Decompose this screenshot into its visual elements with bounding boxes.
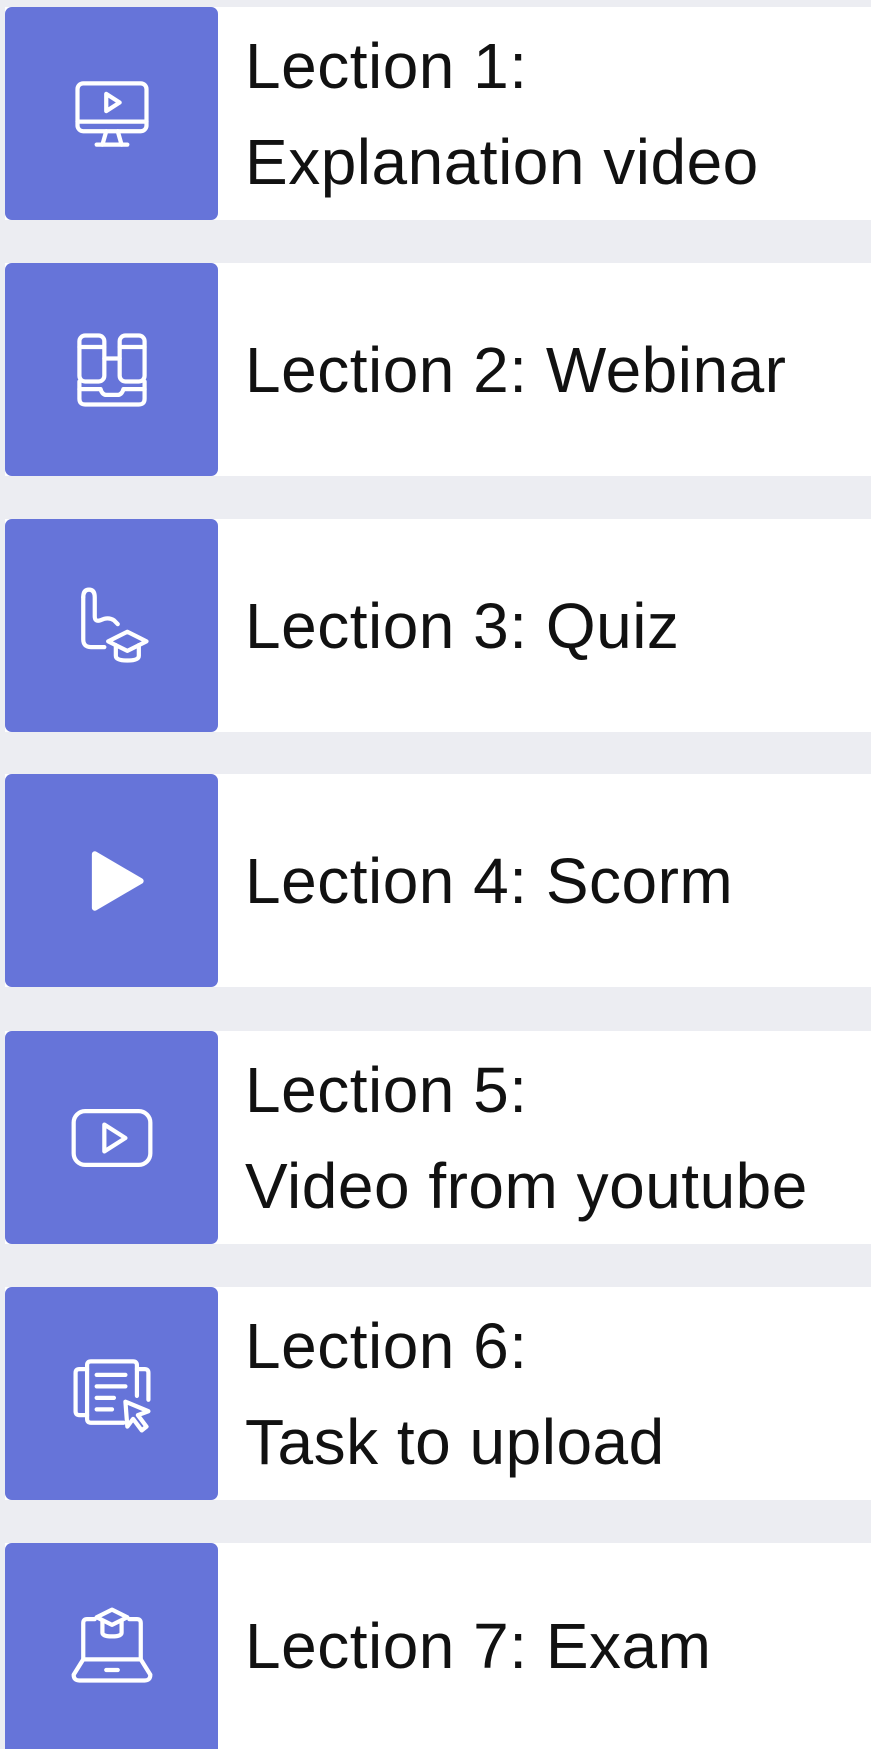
lesson-item-2[interactable]: Lection 2: Webinar (5, 263, 871, 476)
lesson-list: Lection 1: Explanation video Lection 2: … (0, 0, 871, 1749)
lesson-label-line: Lection 5: (245, 1053, 528, 1126)
lesson-item-1[interactable]: Lection 1: Explanation video (5, 7, 871, 220)
lesson-label: Lection 5: Video from youtube (245, 1042, 808, 1234)
quiz-icon (80, 586, 149, 663)
lesson-label-line: Task to upload (245, 1405, 665, 1478)
exam-laptop-icon (71, 1607, 152, 1683)
lesson-label-line: Lection 1: (245, 29, 528, 102)
lesson-item-5[interactable]: Lection 5: Video from youtube (5, 1031, 871, 1244)
lesson-label-line: Lection 4: Scorm (245, 844, 734, 917)
lesson-label-line: Lection 6: (245, 1309, 528, 1382)
lesson-label: Lection 1: Explanation video (245, 18, 759, 210)
lesson-label: Lection 7: Exam (245, 1598, 711, 1694)
lesson-icon-tile (5, 774, 218, 987)
lesson-label-line: Lection 7: Exam (245, 1610, 712, 1682)
lesson-item-6[interactable]: Lection 6: Task to upload (5, 1287, 871, 1500)
monitor-play-icon (74, 80, 149, 147)
lesson-label-line: Video from youtube (245, 1149, 808, 1222)
lesson-item-3[interactable]: Lection 3: Quiz (5, 519, 871, 732)
lesson-icon-tile (5, 1287, 218, 1500)
lesson-icon-tile (5, 263, 218, 476)
lesson-label: Lection 2: Webinar (245, 322, 786, 418)
lesson-icon-tile (5, 1031, 218, 1244)
lesson-label-line: Lection 2: Webinar (245, 333, 787, 406)
lesson-item-4[interactable]: Lection 4: Scorm (5, 774, 871, 987)
task-upload-icon (72, 1358, 151, 1433)
lesson-label-line: Lection 3: Quiz (245, 589, 680, 662)
lesson-item-7[interactable]: Lection 7: Exam (5, 1543, 871, 1749)
play-icon (91, 850, 144, 911)
lesson-icon-tile (5, 519, 218, 732)
webinar-icon (76, 332, 147, 407)
lesson-label: Lection 4: Scorm (245, 833, 733, 929)
lesson-icon-tile (5, 1543, 218, 1749)
lesson-label-line: Explanation video (245, 125, 759, 198)
lesson-label: Lection 6: Task to upload (245, 1298, 665, 1490)
youtube-icon (71, 1108, 152, 1167)
lesson-icon-tile (5, 7, 218, 220)
lesson-label: Lection 3: Quiz (245, 578, 679, 674)
